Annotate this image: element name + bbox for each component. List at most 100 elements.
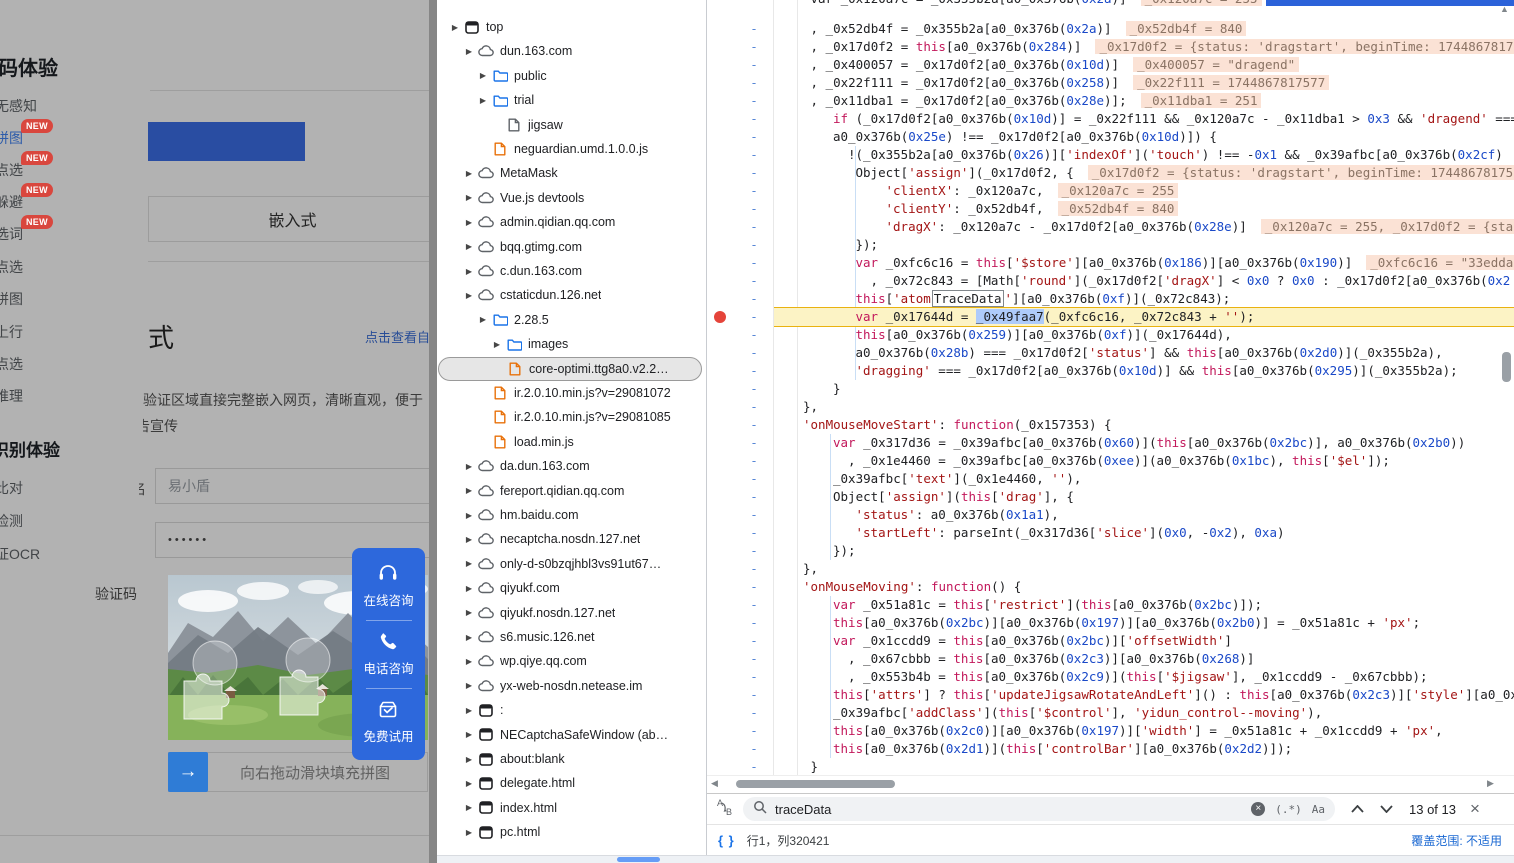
next-match-button[interactable] — [1380, 805, 1393, 813]
tree-item-public[interactable]: ▶public — [438, 64, 702, 88]
previous-match-button[interactable] — [1351, 805, 1364, 813]
fold-marker[interactable]: - — [747, 416, 761, 434]
expander-icon[interactable]: ▶ — [462, 218, 476, 227]
code-line-29[interactable]: -'status': a0_0x376b(0x1a1), — [707, 506, 1514, 524]
fold-marker[interactable]: - — [747, 506, 761, 524]
match-case-toggle[interactable]: Aa — [1312, 803, 1325, 816]
consult-item-0[interactable]: 在线咨询 — [363, 563, 413, 609]
code-line-43[interactable]: -} — [707, 758, 1514, 775]
tree-item-neguardian.umd.1.0.0.js[interactable]: neguardian.umd.1.0.0.js — [438, 137, 702, 161]
expander-icon[interactable]: ▶ — [462, 535, 476, 544]
fold-marker[interactable]: - — [747, 614, 761, 632]
tree-item-MetaMask[interactable]: ▶MetaMask — [438, 161, 702, 185]
horizontal-scroll-thumb[interactable] — [736, 780, 895, 788]
code-line-26[interactable]: -, _0x1e4460 = _0x39afbc[a0_0x376b(0xee)… — [707, 452, 1514, 470]
code-line-8[interactable]: -a0_0x376b(0x25e) !== _0x17d0f2[a0_0x376… — [707, 128, 1514, 146]
expander-icon[interactable]: ▶ — [462, 828, 476, 837]
tree-item-NECaptchaSafeWindow__ab_[interactable]: ▶NECaptchaSafeWindow (ab… — [438, 723, 702, 747]
code-line-17[interactable]: -this['atomTraceData'][a0_0x376b(0xf)](_… — [707, 290, 1514, 308]
fold-marker[interactable]: - — [747, 722, 761, 740]
fold-marker[interactable]: - — [747, 236, 761, 254]
fold-marker[interactable]: - — [747, 218, 761, 236]
tree-item-c.dun.163.com[interactable]: ▶c.dun.163.com — [438, 259, 702, 283]
expander-icon[interactable]: ▶ — [462, 169, 476, 178]
expander-icon[interactable]: ▶ — [462, 47, 476, 56]
fold-marker[interactable]: - — [747, 758, 761, 775]
tree-item-fereport.qidian.qq.com[interactable]: ▶fereport.qidian.qq.com — [438, 479, 702, 503]
code-line-18[interactable]: -var _0x17644d = _0x49faa7(_0xfc6c16, _0… — [707, 308, 1514, 326]
code-line-25[interactable]: -var _0x317d36 = _0x39afbc[a0_0x376b(0x6… — [707, 434, 1514, 452]
code-line-41[interactable]: -this[a0_0x376b(0x2c0)][a0_0x376b(0x197)… — [707, 722, 1514, 740]
fold-marker[interactable]: - — [747, 524, 761, 542]
search-input[interactable]: traceData × (.*) Aa — [743, 797, 1335, 821]
code-line-22[interactable]: -} — [707, 380, 1514, 398]
replace-toggle-icon[interactable]: A B — [716, 797, 736, 822]
code-line-28[interactable]: -Object['assign'](this['drag'], { — [707, 488, 1514, 506]
code-line-24[interactable]: -'onMouseMoveStart': function(_0x157353)… — [707, 416, 1514, 434]
expander-icon[interactable]: ▶ — [476, 71, 490, 80]
fold-marker[interactable]: - — [747, 704, 761, 722]
tree-item-Vue.js_devtools[interactable]: ▶Vue.js devtools — [438, 186, 702, 210]
code-line-42[interactable]: -this[a0_0x376b(0x2d1)](this['controlBar… — [707, 740, 1514, 758]
fold-marker[interactable]: - — [747, 128, 761, 146]
horizontal-scrollbar[interactable]: ◀ ▶ — [707, 775, 1514, 792]
slider-handle[interactable]: → — [168, 752, 208, 792]
tree-item-ir.2.0.10.min.js?v=29081085[interactable]: ir.2.0.10.min.js?v=29081085 — [438, 405, 702, 429]
expander-icon[interactable]: ▶ — [462, 462, 476, 471]
scroll-right-arrow[interactable]: ▶ — [1487, 778, 1494, 789]
pretty-print-button[interactable]: { } — [718, 833, 735, 848]
fold-marker[interactable]: - — [747, 272, 761, 290]
tree-item-load.min.js[interactable]: load.min.js — [438, 430, 702, 454]
code-line-19[interactable]: -this[a0_0x376b(0x259)][a0_0x376b(0xf)](… — [707, 326, 1514, 344]
fold-marker[interactable]: - — [747, 452, 761, 470]
fold-marker[interactable]: - — [747, 596, 761, 614]
code-line-37[interactable]: -, _0x67cbbb = this[a0_0x376b(0x2c3)][a0… — [707, 650, 1514, 668]
scroll-left-arrow[interactable]: ◀ — [711, 778, 718, 789]
search-query[interactable]: traceData — [775, 802, 1251, 817]
fold-marker[interactable]: - — [747, 434, 761, 452]
tree-item-:[interactable]: ▶: — [438, 698, 702, 722]
code-line-39[interactable]: -this['attrs'] ? this['updateJigsawRotat… — [707, 686, 1514, 704]
code-line-12[interactable]: -'clientY': _0x52db4f,_0x52db4f = 840 — [707, 200, 1514, 218]
tree-item-only-d-s0bzqjhbl3vs91ut67_[interactable]: ▶only-d-s0bzqjhbl3vs91ut67… — [438, 552, 702, 576]
code-line-3[interactable]: -, _0x17d0f2 = this[a0_0x376b(0x284)]_0x… — [707, 38, 1514, 56]
fold-marker[interactable]: - — [747, 164, 761, 182]
code-line-40[interactable]: -_0x39afbc['addClass'](this['$control'],… — [707, 704, 1514, 722]
fold-marker[interactable]: - — [747, 686, 761, 704]
code-line-36[interactable]: -var _0x1ccdd9 = this[a0_0x376b(0x2bc)][… — [707, 632, 1514, 650]
fold-marker[interactable]: - — [747, 254, 761, 272]
expander-icon[interactable]: ▶ — [462, 730, 476, 739]
code-line-6[interactable]: -, _0x11dba1 = _0x17d0f2[a0_0x376b(0x28e… — [707, 92, 1514, 110]
scroll-up-arrow[interactable]: ▲ — [1500, 4, 1509, 14]
code-line-35[interactable]: -this[a0_0x376b(0x2bc)][a0_0x376b(0x197)… — [707, 614, 1514, 632]
code-line-9[interactable]: -!(_0x355b2a[a0_0x376b(0x26)]['indexOf']… — [707, 146, 1514, 164]
code-line-15[interactable]: -var _0xfc6c16 = this['$store'][a0_0x376… — [707, 254, 1514, 272]
expander-icon[interactable]: ▶ — [448, 23, 462, 32]
expander-icon[interactable]: ▶ — [462, 486, 476, 495]
tree-item-wp.qiye.qq.com[interactable]: ▶wp.qiye.qq.com — [438, 649, 702, 673]
code-line-1[interactable]: var _0x120a7c = _0x355b2a[a0_0x376b(0x2a… — [707, 0, 1514, 8]
fold-marker[interactable]: - — [747, 398, 761, 416]
tree-item-jigsaw[interactable]: jigsaw — [438, 113, 702, 137]
tree-item-images[interactable]: ▶images — [438, 332, 702, 356]
code-line-30[interactable]: -'startLeft': parseInt(_0x317d36['slice'… — [707, 524, 1514, 542]
code-line-16[interactable]: -, _0x72c843 = [Math['round'](_0x17d0f2[… — [707, 272, 1514, 290]
breakpoint-icon[interactable] — [714, 311, 726, 323]
expander-icon[interactable]: ▶ — [462, 706, 476, 715]
expander-icon[interactable]: ▶ — [476, 96, 490, 105]
fold-marker[interactable]: - — [747, 542, 761, 560]
tree-item-cstaticdun.126.net[interactable]: ▶cstaticdun.126.net — [438, 283, 702, 307]
code-line-14[interactable]: -}); — [707, 236, 1514, 254]
fold-marker[interactable]: - — [747, 146, 761, 164]
tree-item-top[interactable]: ▶top — [438, 15, 702, 39]
tree-item-about:blank[interactable]: ▶about:blank — [438, 747, 702, 771]
tree-item-necaptcha.nosdn.127.net[interactable]: ▶necaptcha.nosdn.127.net — [438, 527, 702, 551]
fold-marker[interactable]: - — [747, 110, 761, 128]
tree-horizontal-scroll-thumb[interactable] — [617, 857, 660, 862]
vertical-scrollbar[interactable] — [1502, 352, 1511, 382]
expander-icon[interactable]: ▶ — [462, 193, 476, 202]
tree-item-s6.music.126.net[interactable]: ▶s6.music.126.net — [438, 625, 702, 649]
code-line-32[interactable]: -}, — [707, 560, 1514, 578]
tree-item-admin.qidian.qq.com[interactable]: ▶admin.qidian.qq.com — [438, 210, 702, 234]
fold-marker[interactable]: - — [747, 650, 761, 668]
